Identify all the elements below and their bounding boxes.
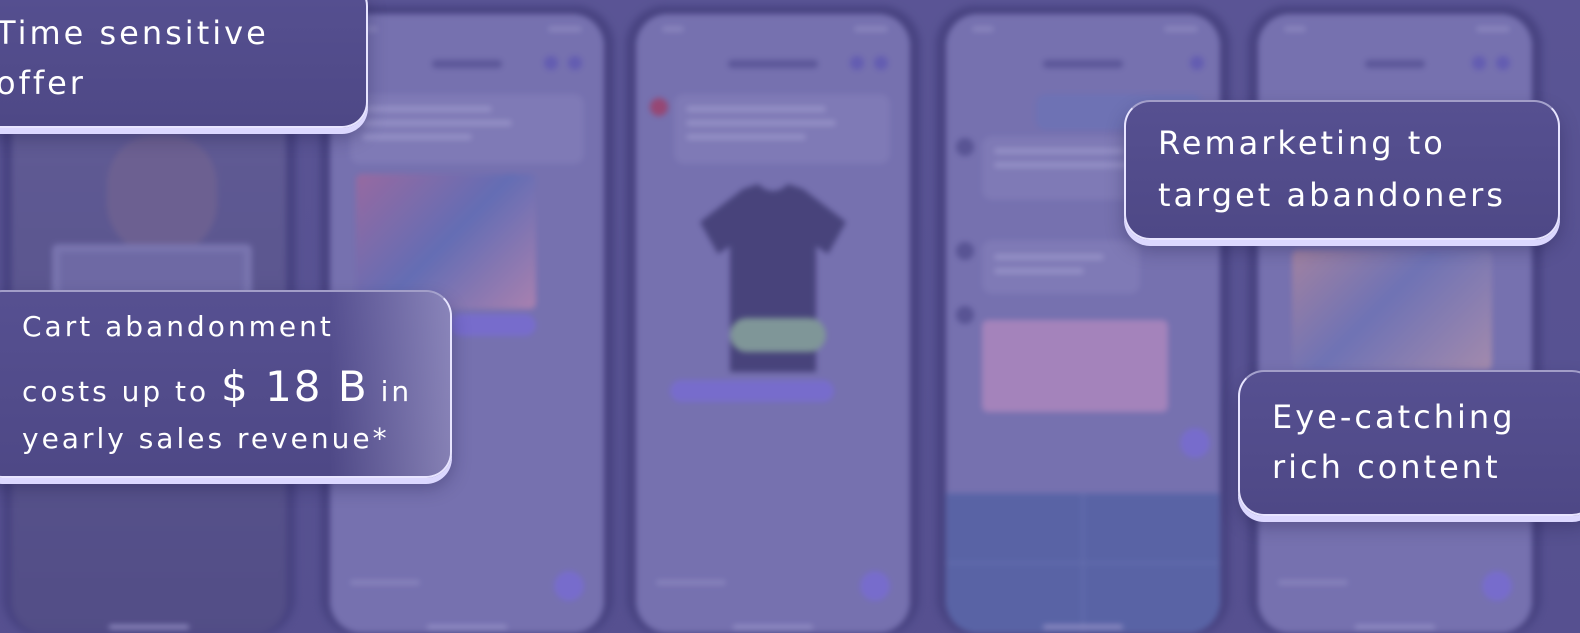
callout-eye-catching: Eye-catching rich content [1238, 370, 1580, 516]
callout-line: Time sensitive [0, 14, 269, 52]
callout-line: target abandoners [1158, 176, 1506, 214]
callout-line-suffix: in [380, 375, 413, 408]
callout-line: Remarketing to [1158, 124, 1446, 162]
callout-line: Cart abandonment [22, 310, 334, 343]
callout-line: costs up to $ 18 B in [22, 362, 412, 411]
callout-line: rich content [1272, 448, 1501, 486]
callout-time-sensitive-offer: Time sensitive offer [0, 0, 368, 128]
promo-banner: Time sensitive offer Cart abandonment co… [0, 0, 1580, 633]
callout-line-prefix: costs up to [22, 375, 210, 408]
callout-cart-abandonment: Cart abandonment costs up to $ 18 B in y… [0, 290, 452, 478]
callout-line: Eye-catching [1272, 398, 1516, 436]
callout-line: yearly sales revenue* [22, 422, 390, 455]
callout-remarketing: Remarketing to target abandoners [1124, 100, 1560, 240]
callout-line: offer [0, 64, 86, 102]
revenue-amount: $ 18 B [221, 362, 369, 411]
